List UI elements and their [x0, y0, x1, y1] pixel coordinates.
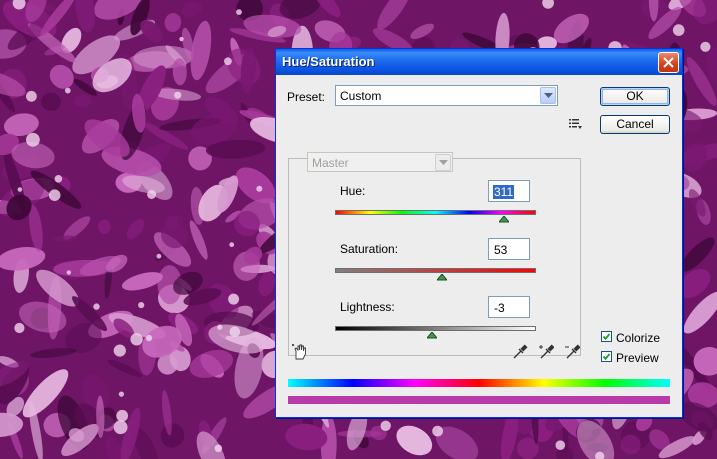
hue-slider-track[interactable]	[335, 210, 536, 215]
foliage-flower	[224, 57, 232, 66]
foliage-flower	[14, 322, 25, 334]
foliage-flower	[179, 36, 184, 42]
foliage-flower	[145, 334, 153, 342]
foliage-flower	[217, 324, 223, 330]
channel-select[interactable]: Master	[307, 152, 453, 172]
foliage-flower	[64, 87, 71, 94]
preset-dropdown-button[interactable]	[540, 87, 556, 104]
foliage-flower	[118, 391, 124, 397]
channel-value: Master	[312, 156, 349, 170]
foliage-flower	[26, 90, 37, 102]
foliage-flower	[174, 91, 182, 99]
foliage-flower	[555, 440, 566, 451]
foliage-flower	[432, 425, 443, 437]
foliage-flower	[26, 132, 40, 147]
eyedropper-plus-icon[interactable]	[538, 344, 554, 360]
foliage-flower	[113, 344, 126, 357]
lightness-slider-thumb[interactable]	[427, 332, 438, 339]
foliage-flower	[380, 420, 391, 431]
dialog-title: Hue/Saturation	[282, 54, 375, 69]
hue-saturation-dialog: Hue/Saturation Preset: Custom OK Cancel	[275, 48, 683, 418]
hue-input[interactable]: 311	[488, 180, 530, 202]
foliage-flower	[54, 175, 63, 183]
foliage-flower	[66, 270, 72, 275]
eyedropper-icon[interactable]	[512, 344, 528, 360]
dialog-body: Preset: Custom OK Cancel Master Hue: 311…	[276, 75, 682, 417]
close-icon	[663, 57, 674, 68]
foliage-flower	[48, 189, 61, 201]
saturation-slider-track[interactable]	[335, 268, 536, 273]
foliage-flower	[229, 326, 241, 338]
foliage-flower	[256, 185, 263, 192]
preset-label: Preset:	[287, 90, 326, 104]
foliage-flower	[113, 420, 128, 435]
adjustment-group: Master Hue: 311 Saturation: 53 Lightness…	[288, 152, 581, 356]
preview-checkbox[interactable]	[601, 351, 612, 362]
foliage-flower	[229, 242, 235, 248]
ok-button[interactable]: OK	[600, 87, 670, 106]
eyedropper-minus-icon[interactable]	[564, 344, 580, 360]
foliage-flower	[147, 190, 157, 199]
foliage-flower	[214, 444, 223, 453]
output-hue-bar	[288, 396, 670, 404]
saturation-slider-thumb[interactable]	[436, 274, 447, 281]
saturation-value: 53	[494, 243, 508, 257]
title-bar[interactable]: Hue/Saturation	[276, 49, 682, 75]
hand-adjust-icon[interactable]	[292, 344, 308, 360]
foliage-flower	[17, 187, 23, 192]
colorize-label[interactable]: Colorize	[616, 331, 660, 345]
input-hue-spectrum-bar	[288, 379, 670, 387]
checkmark-icon	[602, 333, 611, 341]
foliage-flower	[93, 303, 100, 310]
colorize-checkbox[interactable]	[601, 331, 612, 342]
hue-value: 311	[493, 185, 515, 199]
foliage-flower	[130, 333, 143, 346]
dropdown-arrow-icon	[439, 160, 448, 165]
hue-slider-thumb[interactable]	[498, 216, 509, 223]
checkmark-icon	[602, 353, 611, 361]
close-button[interactable]	[658, 52, 679, 73]
saturation-label: Saturation:	[340, 242, 399, 256]
preview-label[interactable]: Preview	[616, 351, 659, 365]
lightness-label: Lightness:	[340, 300, 395, 314]
cancel-button[interactable]: Cancel	[600, 115, 670, 134]
preset-select[interactable]: Custom	[335, 85, 558, 106]
foliage-flower	[156, 253, 162, 259]
saturation-input[interactable]: 53	[488, 238, 530, 260]
preset-value: Custom	[340, 89, 382, 103]
foliage-flower	[116, 409, 129, 422]
lightness-value: -3	[494, 301, 505, 315]
dropdown-arrow-icon	[544, 93, 553, 98]
foliage-flower	[138, 302, 145, 309]
hue-label: Hue:	[340, 184, 366, 198]
lightness-input[interactable]: -3	[488, 296, 530, 318]
foliage-flower	[228, 293, 240, 305]
preset-options-icon[interactable]	[569, 118, 583, 130]
foliage-flower	[672, 24, 685, 36]
channel-dropdown-button[interactable]	[435, 154, 451, 171]
lightness-slider-track[interactable]	[335, 326, 536, 331]
foliage-flower	[700, 41, 711, 52]
foliage-flower	[236, 9, 242, 16]
